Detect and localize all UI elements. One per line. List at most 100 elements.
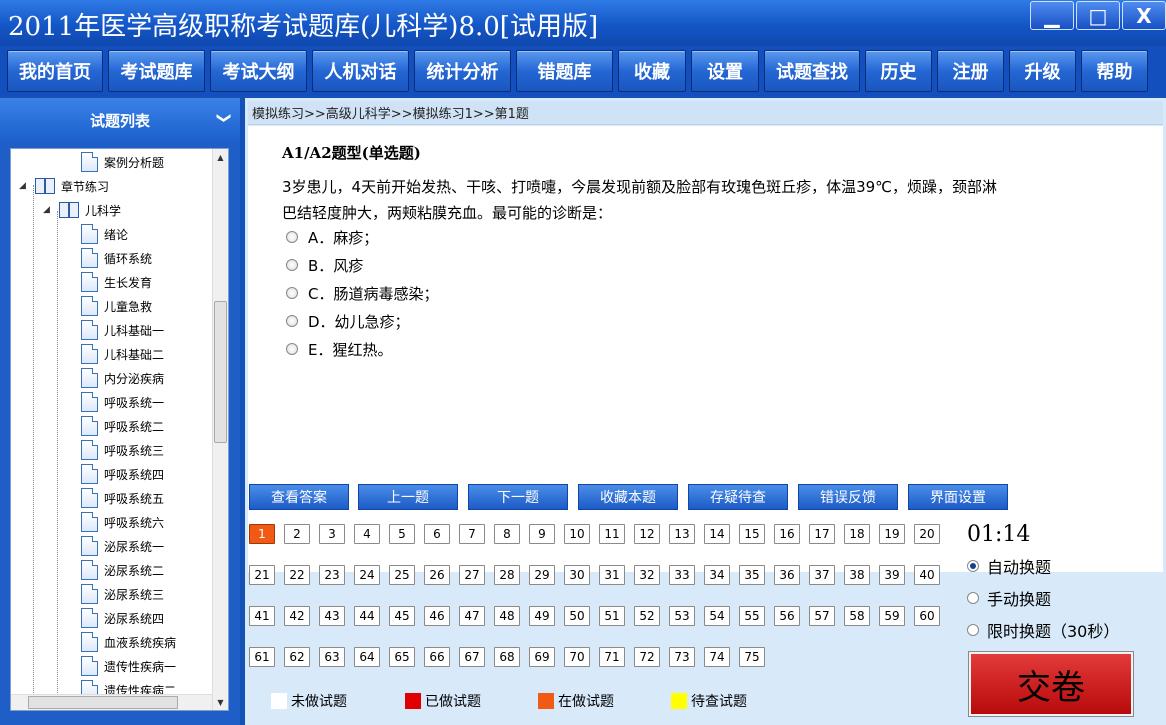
- question-number-button[interactable]: 7: [459, 524, 485, 544]
- question-number-button[interactable]: 5: [389, 524, 415, 544]
- mark-doubt-button[interactable]: 存疑待查: [688, 484, 788, 510]
- tree-item[interactable]: 内分泌疾病: [81, 366, 164, 390]
- question-number-button[interactable]: 68: [494, 647, 520, 667]
- question-number-button[interactable]: 37: [809, 565, 835, 585]
- radio-icon[interactable]: [286, 259, 298, 271]
- question-number-button[interactable]: 60: [914, 606, 940, 626]
- question-number-button[interactable]: 58: [844, 606, 870, 626]
- question-number-button[interactable]: 62: [284, 647, 310, 667]
- question-number-button[interactable]: 64: [354, 647, 380, 667]
- maximize-button[interactable]: □: [1076, 1, 1120, 30]
- tree-item[interactable]: 呼吸系统五: [81, 486, 164, 510]
- tree-item[interactable]: 泌尿系统一: [81, 534, 164, 558]
- favorite-question-button[interactable]: 收藏本题: [578, 484, 678, 510]
- question-number-button[interactable]: 24: [354, 565, 380, 585]
- prev-question-button[interactable]: 上一题: [358, 484, 458, 510]
- mode-timed[interactable]: 限时换题（30秒）: [967, 618, 1119, 642]
- question-number-button[interactable]: 72: [634, 647, 660, 667]
- question-number-button[interactable]: 36: [774, 565, 800, 585]
- option-d[interactable]: D．幼儿急疹；: [286, 310, 410, 332]
- question-number-button[interactable]: 1: [249, 524, 275, 544]
- option-b[interactable]: B．风疹: [286, 254, 363, 276]
- question-number-button[interactable]: 69: [529, 647, 555, 667]
- question-number-button[interactable]: 12: [634, 524, 660, 544]
- tree-item[interactable]: 泌尿系统二: [81, 558, 164, 582]
- question-number-button[interactable]: 54: [704, 606, 730, 626]
- question-number-button[interactable]: 9: [529, 524, 555, 544]
- question-number-button[interactable]: 38: [844, 565, 870, 585]
- question-number-button[interactable]: 67: [459, 647, 485, 667]
- question-number-button[interactable]: 15: [739, 524, 765, 544]
- menu-exam-bank[interactable]: 考试题库: [108, 50, 205, 92]
- error-feedback-button[interactable]: 错误反馈: [798, 484, 898, 510]
- radio-icon[interactable]: [286, 231, 298, 243]
- question-number-button[interactable]: 40: [914, 565, 940, 585]
- question-number-button[interactable]: 20: [914, 524, 940, 544]
- tree-horizontal-scrollbar[interactable]: [11, 694, 212, 710]
- question-number-button[interactable]: 18: [844, 524, 870, 544]
- question-number-button[interactable]: 66: [424, 647, 450, 667]
- tree-vertical-scrollbar[interactable]: ▲ ▼: [212, 149, 228, 710]
- tree-item[interactable]: 儿科基础二: [81, 342, 164, 366]
- question-number-button[interactable]: 17: [809, 524, 835, 544]
- scroll-up-icon[interactable]: ▲: [213, 149, 228, 165]
- tree-item[interactable]: 呼吸系统三: [81, 438, 164, 462]
- tree-item[interactable]: 绪论: [81, 222, 128, 246]
- view-answer-button[interactable]: 查看答案: [249, 484, 349, 510]
- question-number-button[interactable]: 33: [669, 565, 695, 585]
- question-number-button[interactable]: 28: [494, 565, 520, 585]
- mode-manual[interactable]: 手动换题: [967, 586, 1051, 610]
- question-number-button[interactable]: 14: [704, 524, 730, 544]
- question-number-button[interactable]: 6: [424, 524, 450, 544]
- question-number-button[interactable]: 52: [634, 606, 660, 626]
- tree-folder-subject[interactable]: ◢ 儿科学: [43, 198, 121, 222]
- close-button[interactable]: X: [1122, 1, 1166, 30]
- ui-settings-button[interactable]: 界面设置: [908, 484, 1008, 510]
- option-c[interactable]: C．肠道病毒感染；: [286, 282, 438, 304]
- question-number-button[interactable]: 43: [319, 606, 345, 626]
- question-number-button[interactable]: 53: [669, 606, 695, 626]
- question-number-button[interactable]: 11: [599, 524, 625, 544]
- question-number-button[interactable]: 27: [459, 565, 485, 585]
- scroll-down-icon[interactable]: ▼: [213, 694, 228, 710]
- menu-wrong-bank[interactable]: 错题库: [516, 50, 613, 92]
- tree-item[interactable]: 儿童急救: [81, 294, 152, 318]
- collapse-icon[interactable]: ❯: [216, 112, 232, 124]
- menu-register[interactable]: 注册: [937, 50, 1004, 92]
- question-number-button[interactable]: 41: [249, 606, 275, 626]
- question-number-button[interactable]: 55: [739, 606, 765, 626]
- question-number-button[interactable]: 32: [634, 565, 660, 585]
- mode-auto[interactable]: 自动换题: [967, 554, 1051, 578]
- submit-exam-button[interactable]: 交卷: [969, 652, 1133, 716]
- question-number-button[interactable]: 42: [284, 606, 310, 626]
- question-number-button[interactable]: 30: [564, 565, 590, 585]
- radio-icon[interactable]: [967, 560, 979, 572]
- tree-item[interactable]: 泌尿系统三: [81, 582, 164, 606]
- question-number-button[interactable]: 29: [529, 565, 555, 585]
- question-number-button[interactable]: 16: [774, 524, 800, 544]
- question-number-button[interactable]: 34: [704, 565, 730, 585]
- option-a[interactable]: A．麻疹；: [286, 226, 378, 248]
- question-number-button[interactable]: 8: [494, 524, 520, 544]
- question-number-button[interactable]: 73: [669, 647, 695, 667]
- radio-icon[interactable]: [286, 287, 298, 299]
- menu-syllabus[interactable]: 考试大纲: [210, 50, 307, 92]
- expand-icon[interactable]: ◢: [19, 181, 31, 191]
- menu-statistics[interactable]: 统计分析: [414, 50, 511, 92]
- question-number-button[interactable]: 22: [284, 565, 310, 585]
- radio-icon[interactable]: [967, 624, 979, 636]
- menu-dialogue[interactable]: 人机对话: [312, 50, 409, 92]
- question-number-button[interactable]: 50: [564, 606, 590, 626]
- question-number-button[interactable]: 4: [354, 524, 380, 544]
- question-number-button[interactable]: 57: [809, 606, 835, 626]
- question-number-button[interactable]: 2: [284, 524, 310, 544]
- minimize-button[interactable]: ▁: [1030, 1, 1074, 30]
- radio-icon[interactable]: [286, 315, 298, 327]
- radio-icon[interactable]: [967, 592, 979, 604]
- question-number-button[interactable]: 3: [319, 524, 345, 544]
- question-number-button[interactable]: 39: [879, 565, 905, 585]
- question-number-button[interactable]: 44: [354, 606, 380, 626]
- menu-home[interactable]: 我的首页: [7, 50, 103, 92]
- question-number-button[interactable]: 51: [599, 606, 625, 626]
- menu-history[interactable]: 历史: [865, 50, 932, 92]
